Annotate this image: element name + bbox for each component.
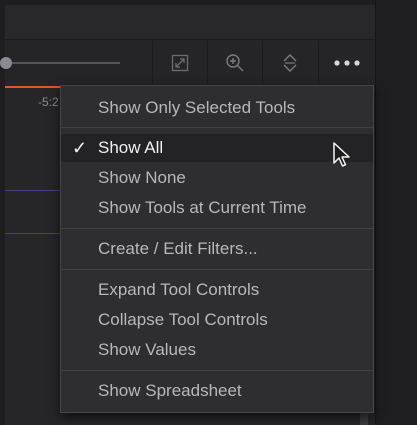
menu-item-label: Show Only Selected Tools — [98, 98, 296, 117]
menu-item-collapse-tool-controls[interactable]: Collapse Tool Controls — [61, 306, 373, 334]
menu-separator — [61, 370, 373, 371]
mouse-pointer-icon — [333, 142, 350, 167]
menu-item-label: Create / Edit Filters... — [98, 239, 258, 258]
menu-item-show-values[interactable]: Show Values — [61, 336, 373, 364]
menu-item-label: Collapse Tool Controls — [98, 310, 268, 329]
zoom-slider-track[interactable] — [5, 62, 120, 64]
menu-item-label: Expand Tool Controls — [98, 280, 260, 299]
playhead-bar — [5, 86, 63, 88]
menu-item-create-edit-filters[interactable]: Create / Edit Filters... — [61, 235, 373, 263]
expand-button[interactable] — [152, 41, 207, 84]
options-menu-button[interactable] — [318, 41, 375, 84]
track-line — [5, 190, 65, 191]
zoom-slider-thumb[interactable] — [0, 57, 12, 69]
menu-item-show-none[interactable]: Show None — [61, 164, 373, 192]
panel-header — [5, 5, 375, 40]
menu-item-label: Show Spreadsheet — [98, 381, 242, 400]
menu-separator — [61, 269, 373, 270]
menu-item-label: Show None — [98, 168, 186, 187]
menu-item-show-tools-at-current-time[interactable]: Show Tools at Current Time — [61, 194, 373, 222]
zoom-to-fit-button[interactable] — [207, 41, 262, 84]
side-panel — [375, 0, 417, 425]
checkmark-icon: ✓ — [72, 138, 88, 158]
menu-separator — [61, 228, 373, 229]
menu-item-label: Show Values — [98, 340, 196, 359]
track-line — [5, 233, 65, 234]
expand-collapse-icon — [283, 53, 297, 72]
time-ruler-label: -5:2 — [38, 95, 59, 109]
collapse-expand-button[interactable] — [262, 41, 317, 84]
menu-item-label: Show All — [98, 138, 164, 157]
menu-item-show-spreadsheet[interactable]: Show Spreadsheet — [61, 377, 373, 405]
menu-item-show-only-selected-tools[interactable]: Show Only Selected Tools — [61, 94, 373, 122]
menu-item-show-all[interactable]: ✓ Show All — [61, 134, 373, 162]
expand-icon — [171, 54, 189, 71]
more-options-icon — [334, 59, 360, 66]
options-dropdown-menu: Show Only Selected Tools ✓ Show All Show… — [60, 85, 374, 413]
menu-separator — [61, 127, 373, 128]
zoom-in-icon — [226, 53, 244, 71]
menu-item-label: Show Tools at Current Time — [98, 198, 307, 217]
menu-item-expand-tool-controls[interactable]: Expand Tool Controls — [61, 276, 373, 304]
